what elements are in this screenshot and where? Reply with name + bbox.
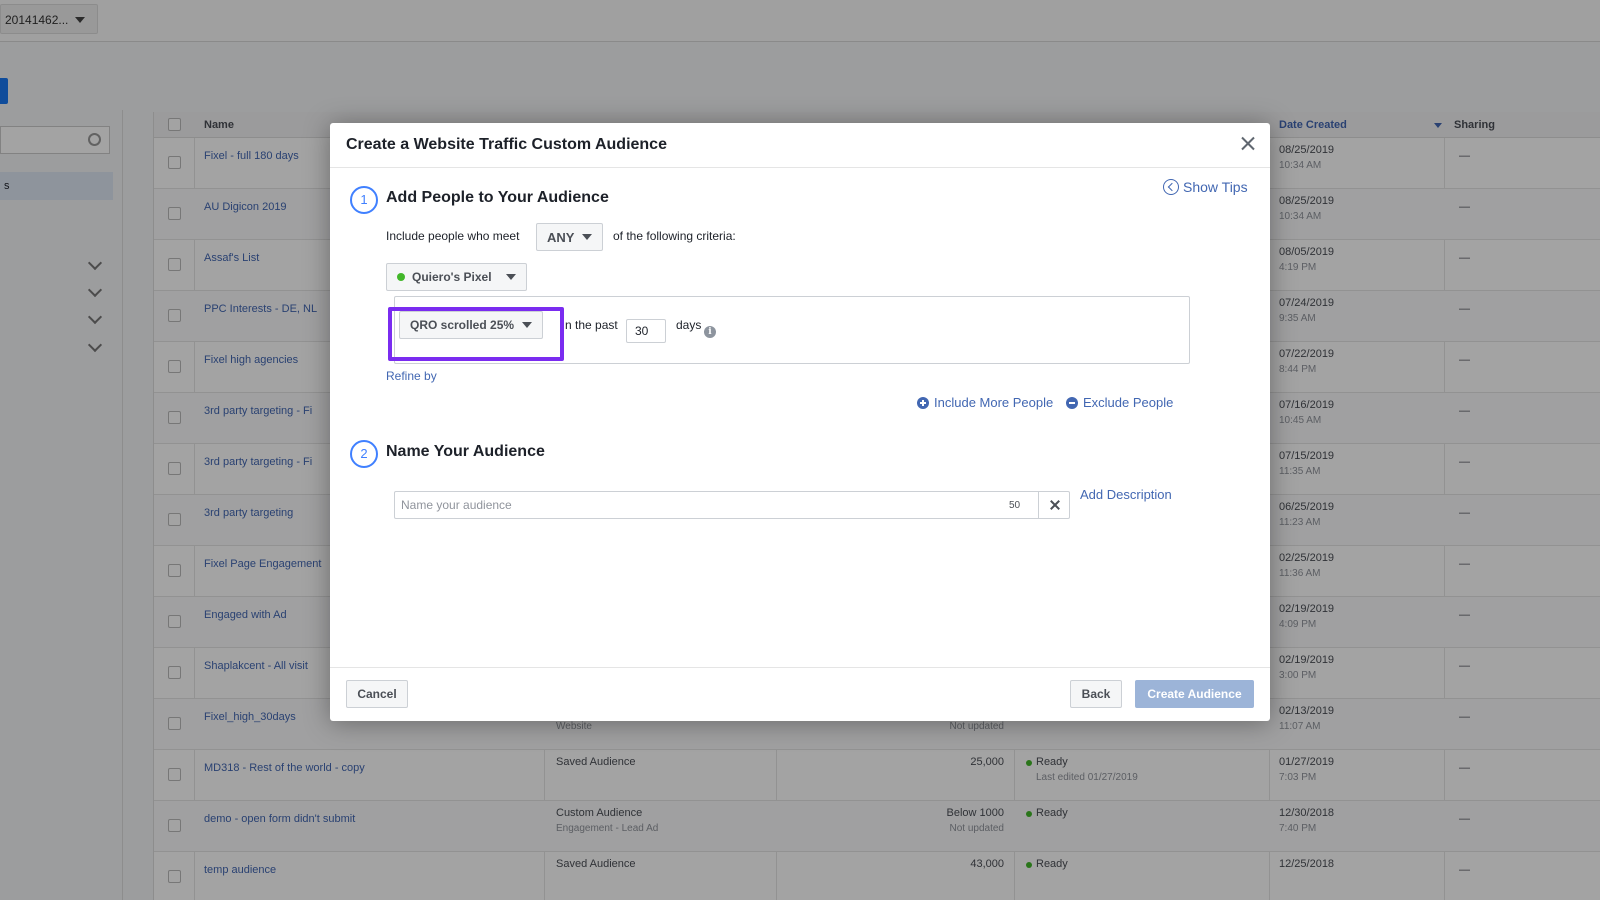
chevron-left-circle-icon — [1163, 179, 1179, 195]
in-the-past-text: n the past — [565, 318, 618, 332]
caret-down-icon — [505, 274, 516, 280]
plus-circle-icon — [917, 396, 929, 409]
match-any-dropdown[interactable]: ANY — [536, 223, 604, 251]
step-number-2: 2 — [350, 440, 378, 468]
back-button[interactable]: Back — [1070, 680, 1122, 708]
minus-circle-icon — [1066, 396, 1078, 409]
exclude-people-link[interactable]: Exclude People — [1066, 395, 1173, 410]
audience-name-input[interactable] — [395, 492, 995, 518]
include-more-people-link[interactable]: Include More People — [917, 395, 1053, 410]
add-description-link[interactable]: Add Description — [1080, 487, 1172, 502]
step-1-title: Add People to Your Audience — [386, 189, 609, 206]
pixel-label: Quiero's Pixel — [412, 270, 492, 284]
include-more-people-label: Include More People — [934, 395, 1054, 410]
exclude-people-label: Exclude People — [1083, 395, 1174, 410]
days-input[interactable] — [626, 319, 666, 343]
audience-name-field: 50 — [394, 491, 1070, 519]
dialog-header: Create a Website Traffic Custom Audience — [330, 123, 1270, 168]
create-audience-dialog: Create a Website Traffic Custom Audience… — [330, 123, 1270, 721]
step-2-title: Name Your Audience — [386, 443, 545, 460]
show-tips-link[interactable]: Show Tips — [1163, 179, 1248, 195]
pixel-dropdown[interactable]: Quiero's Pixel — [386, 263, 527, 291]
dialog-title: Create a Website Traffic Custom Audience — [346, 136, 667, 153]
dialog-footer: Cancel Back Create Audience — [330, 667, 1270, 721]
char-count: 50 — [1009, 500, 1021, 511]
info-icon[interactable]: i — [704, 326, 716, 338]
caret-down-icon — [582, 234, 593, 240]
refine-by-link[interactable]: Refine by — [386, 369, 437, 383]
include-suffix-text: of the following criteria: — [613, 229, 736, 243]
days-text: days — [676, 318, 702, 332]
pixel-status-dot — [397, 273, 405, 281]
create-audience-button[interactable]: Create Audience — [1135, 680, 1254, 708]
match-any-label: ANY — [547, 229, 575, 245]
include-prefix-text: Include people who meet — [386, 229, 520, 243]
close-icon[interactable] — [1236, 132, 1260, 156]
show-tips-label: Show Tips — [1183, 179, 1248, 195]
event-dropdown-highlight — [388, 307, 564, 361]
cancel-button[interactable]: Cancel — [346, 680, 408, 708]
step-number-1: 1 — [350, 186, 378, 214]
clear-icon[interactable] — [1038, 492, 1070, 518]
